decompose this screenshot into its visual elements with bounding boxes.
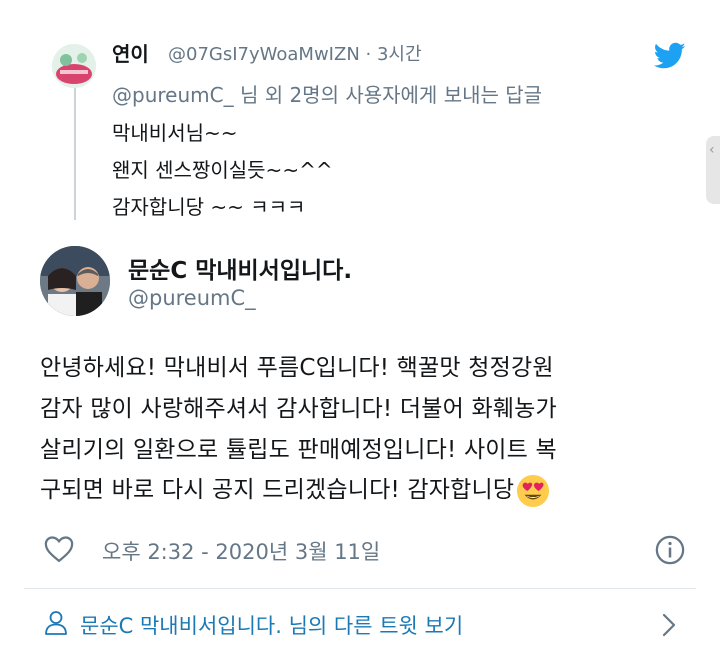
- tweet-body-line-3: 살리기의 일환으로 튤립도 판매예정입니다! 사이트 복: [40, 437, 557, 463]
- scroll-handle[interactable]: ‹: [706, 136, 720, 204]
- author-display-name[interactable]: 문순C 막내비서입니다.: [128, 251, 352, 285]
- twitter-bird-icon[interactable]: [654, 42, 686, 70]
- reply-display-name[interactable]: 연이: [112, 38, 149, 67]
- tweet-body-line-4: 구되면 바로 다시 공지 드리겠습니다! 감자합니당: [40, 477, 515, 503]
- chevron-left-icon: ‹: [709, 142, 715, 158]
- tweet-body-line-2: 감자 많이 사랑해주셔서 감사합니다! 더불어 화훼농가: [40, 396, 557, 422]
- heart-eyes-emoji-icon: [517, 474, 550, 507]
- main-avatar-image: [40, 246, 110, 316]
- chevron-right-icon[interactable]: [660, 612, 678, 638]
- divider: [24, 588, 696, 589]
- reply-handle-and-time[interactable]: @07GsI7yWoaMwIZN · 3시간: [168, 40, 422, 66]
- thread-connector-line: [74, 88, 76, 220]
- reply-to-text: @pureumC_ 님 외 2명의 사용자에게 보내는 답글: [112, 83, 543, 107]
- reply-text-line-2: 왠지 센스짱이실듯~~^^: [112, 158, 333, 182]
- reply-avatar-image: [52, 44, 96, 88]
- tweet-timestamp[interactable]: 오후 2:32 - 2020년 3월 11일: [102, 536, 380, 566]
- tweet-body-line-1: 안녕하세요! 막내비서 푸름C입니다! 핵꿀맛 청정강원: [40, 355, 554, 381]
- reply-avatar[interactable]: [52, 44, 96, 88]
- heart-icon[interactable]: [44, 535, 74, 563]
- info-icon[interactable]: [655, 535, 685, 565]
- reply-text-line-3: 감자합니당 ~~ ㅋㅋㅋ: [112, 195, 306, 219]
- main-avatar[interactable]: [40, 246, 110, 316]
- tweet-body-line-4-wrap: 구되면 바로 다시 공지 드리겠습니다! 감자합니당: [40, 470, 550, 508]
- person-icon: [45, 611, 67, 635]
- author-handle[interactable]: @pureumC_: [128, 286, 256, 310]
- reply-text-line-1: 막내비서님~~: [112, 121, 238, 145]
- more-tweets-label[interactable]: 문순C 막내비서입니다. 님의 다른 트윗 보기: [80, 610, 463, 640]
